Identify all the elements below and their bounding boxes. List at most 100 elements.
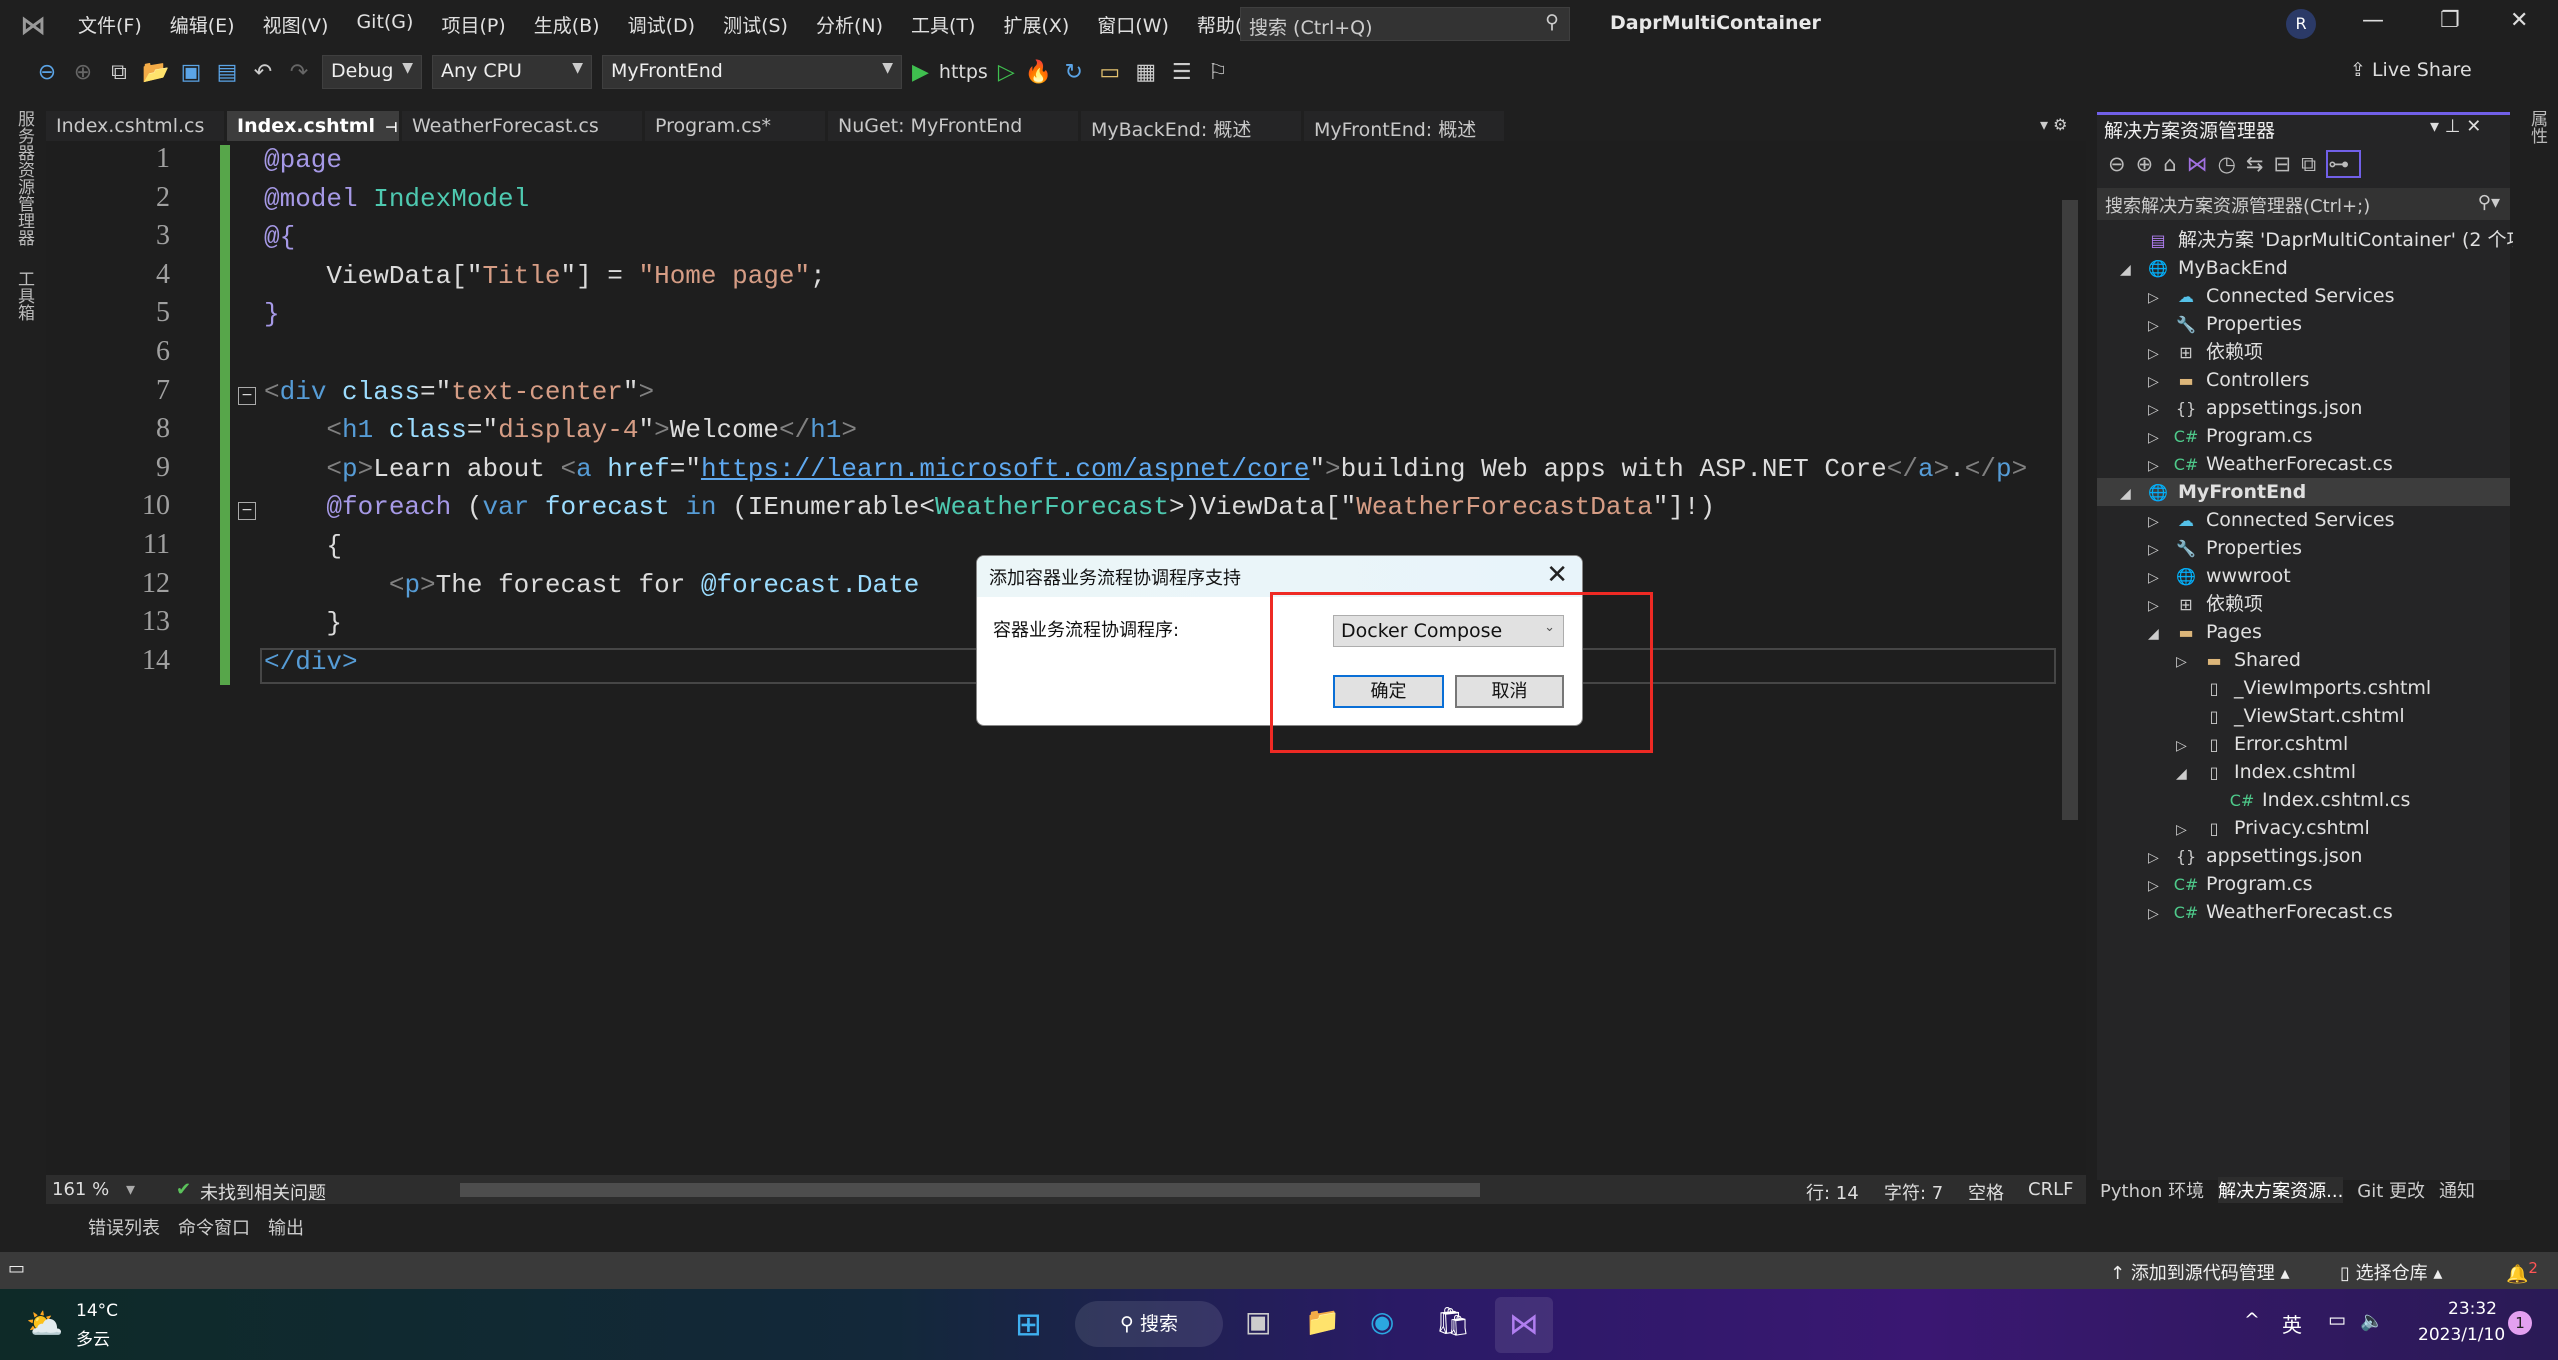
menu-item[interactable]: 测试(S) [709, 11, 802, 38]
dropdown-icon[interactable]: ▾ [2430, 116, 2439, 137]
tab-command-window[interactable]: 命令窗口 [178, 1214, 250, 1240]
forward-icon[interactable]: ⊕ [2136, 152, 2164, 176]
pin-icon[interactable]: ⊥ [2445, 116, 2461, 137]
code-line[interactable]: @{ [264, 222, 295, 252]
tab-overflow-icon[interactable]: ▾ ⚙ [2040, 115, 2067, 134]
tree-item[interactable]: ▷ C# WeatherForecast.cs [2148, 898, 2393, 926]
tab-output[interactable]: 输出 [268, 1214, 304, 1240]
code-line[interactable]: } [264, 608, 342, 638]
forward-icon[interactable]: ⊕ [70, 60, 96, 85]
tray-overflow-icon[interactable]: ^ [2244, 1309, 2260, 1331]
menu-item[interactable]: 视图(V) [249, 11, 343, 38]
back-icon[interactable]: ⊖ [34, 60, 60, 85]
close-icon[interactable]: ✕ [1546, 560, 1568, 590]
expander-icon[interactable]: ▷ [2176, 816, 2200, 844]
menu-item[interactable]: 窗口(W) [1083, 11, 1183, 38]
tab-document[interactable]: MyBackEnd: 概述 [1081, 111, 1301, 141]
platform-select[interactable]: Any CPU ▼ [432, 55, 592, 89]
menu-item[interactable]: 扩展(X) [989, 11, 1083, 38]
expander-icon[interactable]: ▷ [2148, 368, 2172, 396]
visual-studio-taskbar-icon[interactable]: ⋈ [1495, 1297, 1553, 1353]
redo-icon[interactable]: ↷ [286, 60, 312, 85]
tree-item[interactable]: ▷ ▬ Controllers [2148, 366, 2309, 394]
expander-icon[interactable]: ▷ [2148, 564, 2172, 592]
tree-item[interactable]: ▯ _ViewImports.cshtml [2176, 674, 2432, 702]
expander-icon[interactable]: ▷ [2148, 536, 2172, 564]
task-view-icon[interactable]: ▣ [1245, 1305, 1271, 1338]
configuration-select[interactable]: Debug ▼ [322, 55, 422, 89]
tree-item[interactable]: ▷ ☁ Connected Services [2148, 282, 2394, 310]
menu-item[interactable]: 生成(B) [520, 11, 614, 38]
file-explorer-icon[interactable]: 📁 [1305, 1305, 1340, 1338]
expander-icon[interactable]: ▷ [2148, 340, 2172, 368]
char-number[interactable]: 字符: 7 [1884, 1179, 1943, 1205]
code-line[interactable]: </div> [264, 647, 358, 677]
tree-item[interactable]: ▷ C# Program.cs [2148, 422, 2313, 450]
new-project-icon[interactable]: ⧉ [106, 60, 132, 85]
code-line[interactable]: @foreach (var forecast in (IEnumerable<W… [264, 492, 1715, 522]
whitespace-mode[interactable]: 空格 [1968, 1179, 2004, 1205]
solution-folder-icon[interactable]: ▭ [1097, 60, 1123, 85]
tree-item[interactable]: ▯ _ViewStart.cshtml [2176, 702, 2405, 730]
close-icon[interactable]: ✕ [2466, 116, 2481, 137]
code-line[interactable]: { [264, 531, 342, 561]
startup-project-select[interactable]: MyFrontEnd ▼ [602, 55, 902, 89]
code-line[interactable]: <p>Learn about <a href="https://learn.mi… [264, 454, 2027, 484]
code-line[interactable]: } [264, 299, 280, 329]
tree-item[interactable]: ◢ ▯ Index.cshtml [2176, 758, 2356, 786]
maximize-button[interactable]: ❐ [2440, 8, 2460, 33]
zoom-dropdown-icon[interactable]: ▾ [126, 1179, 135, 1200]
show-all-files-icon[interactable]: ⧉ [2301, 152, 2326, 176]
tab-notifications[interactable]: 通知 [2439, 1177, 2475, 1203]
code-line[interactable]: ViewData["Title"] = "Home page"; [264, 261, 825, 291]
fold-toggle-icon[interactable]: − [238, 386, 256, 405]
pending-changes-icon[interactable]: ◷ [2218, 152, 2246, 176]
save-all-icon[interactable]: ▤ [214, 60, 240, 85]
code-line[interactable]: @page [264, 145, 342, 175]
tree-item[interactable]: ▷{} appsettings.json [2148, 394, 2362, 422]
clock-date[interactable]: 2023/1/10 [2418, 1325, 2505, 1345]
tree-item[interactable]: ▤ 解决方案 'DaprMultiContainer' (2 个项目， [2120, 226, 2558, 254]
expander-icon[interactable]: ▷ [2176, 732, 2200, 760]
back-icon[interactable]: ⊖ [2108, 152, 2136, 176]
panel-controls[interactable]: ▾ ⊥ ✕ [2430, 116, 2481, 137]
menu-item[interactable]: 文件(F) [64, 11, 156, 38]
open-folder-icon[interactable]: 📂 [142, 60, 169, 85]
ime-indicator[interactable]: 英 [2282, 1309, 2302, 1338]
home-icon[interactable]: ⌂ [2163, 152, 2186, 176]
layout-icon[interactable]: ▦ [1133, 60, 1159, 85]
expander-icon[interactable]: ▷ [2148, 592, 2172, 620]
bookmark-icon[interactable]: ⚐ [1205, 60, 1231, 85]
expander-icon[interactable]: ◢ [2120, 256, 2144, 284]
toolbox-tab[interactable]: 工具箱 [12, 270, 37, 321]
tree-item[interactable]: ▷ ▯ Error.cshtml [2176, 730, 2348, 758]
tab-document[interactable]: NuGet: MyFrontEnd [828, 111, 1078, 141]
undo-icon[interactable]: ↶ [250, 60, 276, 85]
volume-icon[interactable]: 🔈 [2360, 1309, 2384, 1332]
horizontal-scrollbar[interactable] [460, 1183, 1480, 1197]
search-input[interactable]: 搜索 (Ctrl+Q) ⚲ [1240, 7, 1570, 41]
expander-icon[interactable]: ▷ [2148, 312, 2172, 340]
line-ending[interactable]: CRLF [2028, 1179, 2073, 1200]
pin-icon[interactable]: ⊣ [385, 120, 398, 136]
expander-icon[interactable]: ▷ [2176, 648, 2200, 676]
expander-icon[interactable]: ▷ [2148, 900, 2172, 928]
taskbar-search[interactable]: ⚲ 搜索 [1075, 1301, 1223, 1347]
tree-item[interactable]: ▷ ⊞ 依赖项 [2148, 338, 2263, 366]
run-target-button[interactable]: https [939, 61, 988, 83]
tree-item[interactable]: ▷ C# Program.cs [2148, 870, 2313, 898]
edge-icon[interactable]: ◉ [1370, 1305, 1394, 1338]
save-icon[interactable]: ▣ [178, 60, 204, 85]
tab-python-env[interactable]: Python 环境 [2100, 1177, 2204, 1203]
expander-icon[interactable]: ▷ [2148, 452, 2172, 480]
tab-error-list[interactable]: 错误列表 [88, 1214, 160, 1240]
menu-item[interactable]: Git(G) [342, 11, 427, 38]
code-line[interactable]: <div class="text-center"> [264, 377, 654, 407]
expander-icon[interactable]: ▷ [2148, 508, 2172, 536]
zoom-level[interactable]: 161 % [52, 1179, 109, 1200]
tree-item[interactable]: ▷{} appsettings.json [2148, 842, 2362, 870]
tab-solution-explorer[interactable]: 解决方案资源... [2218, 1177, 2344, 1203]
restart-icon[interactable]: ↻ [1061, 60, 1087, 85]
expander-icon[interactable]: ▷ [2148, 872, 2172, 900]
menu-item[interactable]: 调试(D) [614, 11, 709, 38]
